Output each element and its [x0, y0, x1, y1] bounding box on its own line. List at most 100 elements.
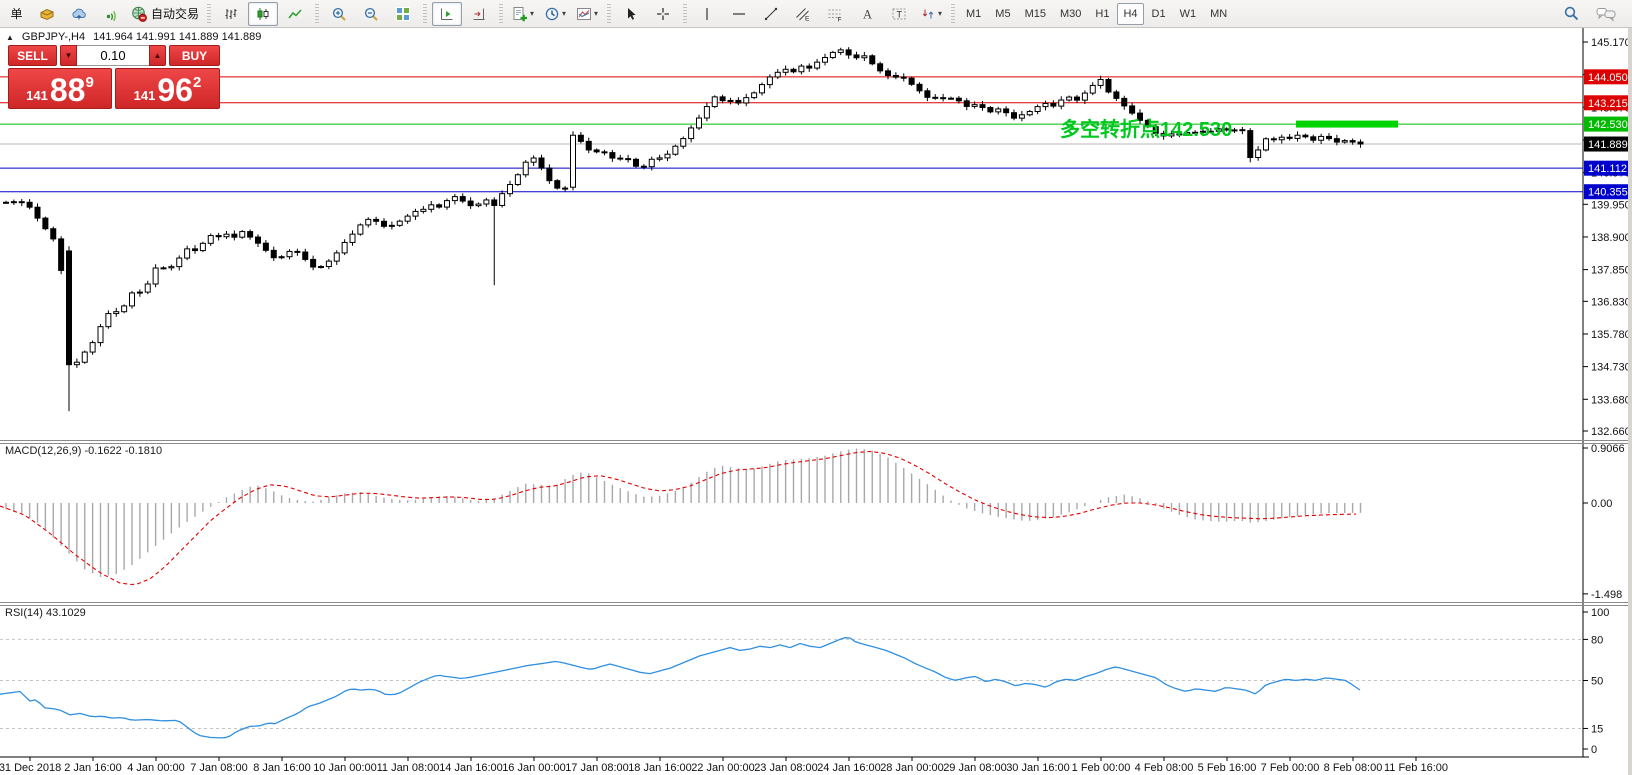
time-axis[interactable]: 31 Dec 20182 Jan 16:004 Jan 00:007 Jan 0… [0, 757, 1448, 774]
autotrade-icon [131, 6, 148, 22]
cursor-icon [623, 6, 639, 22]
svg-text:18 Jan 16:00: 18 Jan 16:00 [628, 762, 692, 774]
svg-text:7 Feb 00:00: 7 Feb 00:00 [1261, 762, 1320, 774]
trend-segment-object[interactable] [1296, 121, 1398, 128]
svg-text:31 Dec 2018: 31 Dec 2018 [0, 762, 61, 774]
textA-icon: A [859, 6, 875, 22]
buy-price-prefix: 141 [134, 88, 156, 103]
tile-windows-button[interactable] [388, 2, 418, 26]
svg-text:145.170: 145.170 [1591, 37, 1631, 49]
svg-text:133.680: 133.680 [1591, 394, 1631, 406]
vline-icon [699, 6, 715, 22]
svg-text:0.9066: 0.9066 [1591, 443, 1625, 455]
bars-view-button[interactable] [216, 2, 246, 26]
svg-text:50: 50 [1591, 676, 1603, 688]
signals-button[interactable] [96, 2, 126, 26]
crosshair-button[interactable] [648, 2, 678, 26]
volume-input[interactable]: 0.10 [77, 45, 149, 66]
svg-text:F: F [838, 16, 842, 22]
collapse-panel-icon[interactable]: ▲ [6, 33, 14, 42]
clock-icon [544, 6, 560, 22]
candles-view-button[interactable] [248, 2, 278, 26]
toolbar-separator [423, 4, 427, 24]
zoom-out-button[interactable] [356, 2, 386, 26]
svg-text:29 Jan 08:00: 29 Jan 08:00 [943, 762, 1007, 774]
tile-icon [395, 6, 411, 22]
profiles-button[interactable] [64, 2, 94, 26]
one-click-trading-panel: SELL ▼ 0.10 ▲ BUY 141 88 9 141 96 2 [8, 45, 220, 109]
cursor-button[interactable] [616, 2, 646, 26]
buy-price-main: 96 [157, 75, 193, 105]
chat-icon [1596, 6, 1618, 22]
indicators-button[interactable]: ▾ [508, 2, 538, 26]
arrows-button[interactable]: ▾ [916, 2, 946, 26]
chart-text-annotation[interactable]: 多空转折点142.530 [1060, 113, 1232, 142]
zoomin-icon [331, 6, 347, 22]
autotrading-button[interactable]: 自动交易 [128, 2, 202, 26]
dropdown-arrow-icon[interactable]: ▾ [530, 9, 534, 18]
templates-button[interactable]: ▾ [572, 2, 602, 26]
shift-icon [471, 6, 487, 22]
timeframe-h4-button[interactable]: H4 [1117, 3, 1143, 25]
line-view-button[interactable] [280, 2, 310, 26]
autoscroll-button[interactable] [432, 2, 462, 26]
sell-price-prefix: 141 [26, 88, 48, 103]
toolbar-separator [315, 4, 319, 24]
svg-text:16 Jan 00:00: 16 Jan 00:00 [502, 762, 566, 774]
svg-text:23 Jan 08:00: 23 Jan 08:00 [754, 762, 818, 774]
window-edge-strip [1628, 27, 1632, 775]
new-order-button[interactable]: 单 [0, 2, 30, 26]
labelT-icon: T [891, 6, 907, 22]
horizontal-line-button[interactable] [724, 2, 754, 26]
dropdown-arrow-icon[interactable]: ▾ [562, 9, 566, 18]
periods-button[interactable]: ▾ [540, 2, 570, 26]
volume-decrease-button[interactable]: ▼ [60, 45, 77, 66]
chart-shift-button[interactable] [464, 2, 494, 26]
chart-canvas[interactable]: 145.170144.120143.070142.020140.970139.9… [0, 0, 1632, 775]
timeframe-w1-button[interactable]: W1 [1174, 3, 1203, 25]
label-button[interactable]: T [884, 2, 914, 26]
timeframe-d1-button[interactable]: D1 [1146, 3, 1172, 25]
chat-button[interactable] [1592, 2, 1622, 26]
svg-text:T: T [897, 9, 903, 19]
svg-text:-1.498: -1.498 [1591, 589, 1622, 601]
svg-text:E: E [805, 15, 810, 22]
svg-text:24 Jan 16:00: 24 Jan 16:00 [817, 762, 881, 774]
svg-text:10 Jan 00:00: 10 Jan 00:00 [313, 762, 377, 774]
cloud-icon [71, 6, 87, 22]
sell-button[interactable]: SELL [8, 45, 57, 66]
fibonacci-button[interactable]: F [820, 2, 850, 26]
tline-icon [763, 6, 779, 22]
vertical-line-button[interactable] [692, 2, 722, 26]
zoom-in-button[interactable] [324, 2, 354, 26]
macd-panel: 0.90660.00-1.498 [0, 443, 1625, 601]
new-chart-button[interactable] [32, 2, 62, 26]
macd-signal-line [0, 451, 1356, 584]
indicators-icon [512, 6, 528, 22]
search-button[interactable] [1556, 2, 1586, 26]
panel-separator[interactable] [0, 443, 1632, 444]
dropdown-arrow-icon[interactable]: ▾ [594, 9, 598, 18]
channel-button[interactable]: E [788, 2, 818, 26]
buy-price-button[interactable]: 141 96 2 [115, 68, 220, 109]
panel-separator[interactable] [0, 605, 1632, 606]
buy-button[interactable]: BUY [169, 45, 220, 66]
sell-price-button[interactable]: 141 88 9 [8, 68, 112, 109]
signal-icon [103, 6, 119, 22]
channel-icon: E [795, 6, 811, 22]
panel-separator[interactable] [0, 602, 1632, 603]
timeframe-m5-button[interactable]: M5 [989, 3, 1016, 25]
volume-increase-button[interactable]: ▲ [149, 45, 166, 66]
symbol-title: GBPJPY-,H4 [22, 31, 85, 43]
timeframe-h1-button[interactable]: H1 [1089, 3, 1115, 25]
timeframe-m15-button[interactable]: M15 [1019, 3, 1052, 25]
svg-text:17 Jan 08:00: 17 Jan 08:00 [565, 762, 629, 774]
svg-text:141.112: 141.112 [1588, 163, 1627, 175]
dropdown-arrow-icon[interactable]: ▾ [938, 9, 942, 18]
text-button[interactable]: A [852, 2, 882, 26]
panel-separator[interactable] [0, 440, 1632, 441]
timeframe-mn-button[interactable]: MN [1204, 3, 1233, 25]
trendline-button[interactable] [756, 2, 786, 26]
timeframe-m1-button[interactable]: M1 [960, 3, 987, 25]
timeframe-m30-button[interactable]: M30 [1054, 3, 1087, 25]
